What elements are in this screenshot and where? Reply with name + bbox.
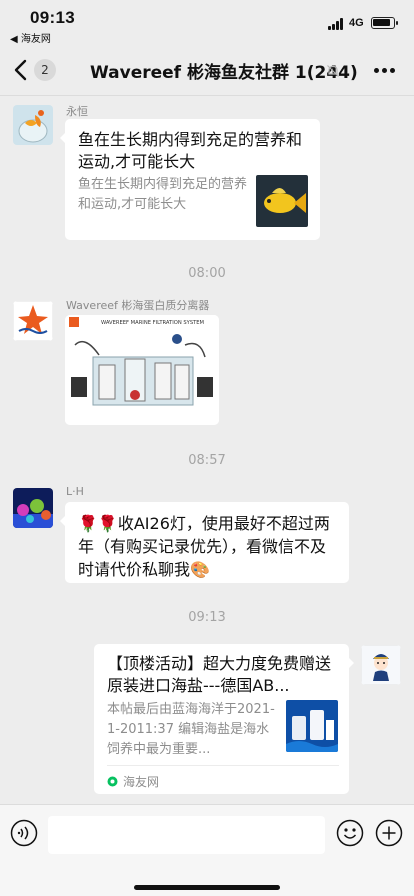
message-text-input[interactable] [48,816,325,854]
status-bar: 09:13 ◀ 海友网 4G [0,0,414,45]
chat-title: Wavereef 彬海鱼友社群 1(244) [90,63,358,83]
mute-bell-icon [327,65,339,77]
unread-count-badge[interactable]: 2 [34,59,56,81]
link-card-title: 鱼在生长期内得到充足的营养和运动,才可能长大 [78,130,303,171]
text-message-bubble[interactable]: 🌹🌹收AI26灯，使用最好不超过两年（有购买记录优先），看微信不及时请代价私聊我… [60,502,349,583]
avatar-lh[interactable] [13,488,53,528]
card-divider [107,765,339,766]
avatar-yongheng[interactable] [13,105,53,145]
goldfish-thumbnail [256,175,308,227]
voice-input-icon[interactable] [10,819,38,847]
timestamp: 08:57 [188,453,226,468]
home-indicator [134,885,280,890]
text-message: 🌹🌹收AI26灯，使用最好不超过两年（有购买记录优先），看微信不及时请代价私聊我… [78,514,330,579]
sender-name: L·H [66,485,84,498]
link-card-description: 鱼在生长期内得到充足的营养和运动,才可能长大 [78,177,248,212]
chat-header: 2 Wavereef 彬海鱼友社群 1(244) [0,44,414,96]
avatar-self[interactable] [361,645,401,685]
back-arrow-icon[interactable] [12,58,32,82]
emoji-icon[interactable] [336,819,364,847]
link-card-source: 海友网 [123,775,160,789]
add-attachment-icon[interactable] [375,819,403,847]
filtration-system-image: WAVEREEF MARINE FILTRATION SYSTEM [65,315,219,425]
sea-salt-thumbnail [286,700,338,752]
source-logo-icon [107,776,118,787]
back-to-app-link[interactable]: ◀ 海友网 [10,30,51,45]
timestamp: 09:13 [188,610,226,625]
message-input-bar [0,804,414,896]
more-options-icon[interactable] [374,68,396,74]
network-type: 4G [349,17,364,29]
signal-icon [328,18,344,30]
image-message[interactable]: WAVEREEF MARINE FILTRATION SYSTEM [65,315,219,425]
sender-name: Wavereef 彬海蛋白质分离器 [66,299,210,312]
link-card-bubble[interactable]: 【顶楼活动】超大力度免费赠送原装进口海盐---德国AB... 本帖最后由蓝海海洋… [94,644,354,794]
image-caption: WAVEREEF MARINE FILTRATION SYSTEM [101,320,204,326]
link-card-bubble[interactable]: 鱼在生长期内得到充足的营养和运动,才可能长大 鱼在生长期内得到充足的营养和运动,… [60,119,320,240]
link-card-description: 本帖最后由蓝海海洋于2021-1-2011:37 编辑海盐是海水饲养中最为重要.… [107,702,275,757]
timestamp: 08:00 [188,266,226,281]
sender-name: 永恒 [66,105,88,118]
link-card-title: 【顶楼活动】超大力度免费赠送原装进口海盐---德国AB... [107,654,332,695]
battery-icon [371,17,398,29]
avatar-wavereef[interactable] [13,301,53,341]
status-time: 09:13 [30,8,75,27]
